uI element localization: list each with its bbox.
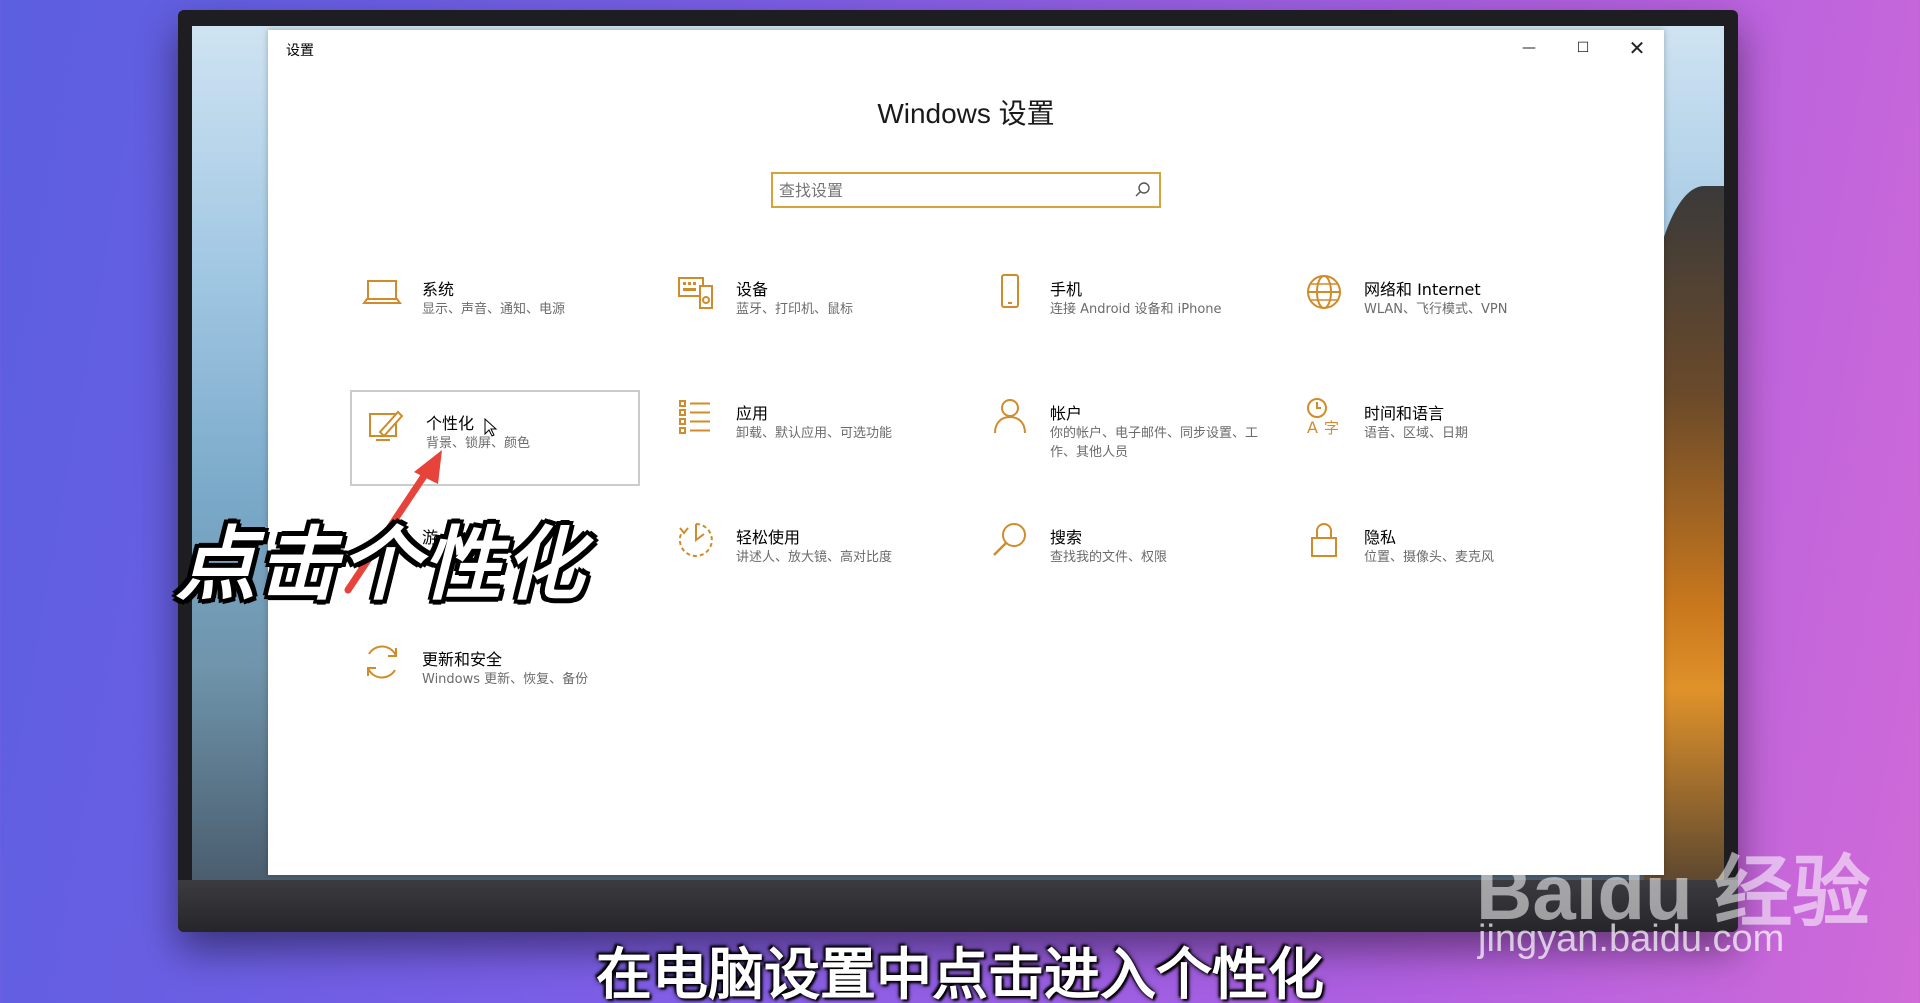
- window-title: 设置: [286, 43, 314, 59]
- minimize-button[interactable]: —: [1502, 30, 1556, 66]
- laptop-icon: [362, 280, 402, 304]
- mouse-cursor-icon: [484, 418, 498, 437]
- close-button[interactable]: ✕: [1610, 30, 1664, 66]
- maximize-button[interactable]: ☐: [1556, 30, 1610, 66]
- overlay-caption: 点击个性化: [176, 518, 586, 611]
- tile-system[interactable]: 系统 显示、声音、通知、电源: [348, 258, 638, 354]
- apps-list-icon: [679, 400, 710, 434]
- tile-description: 蓝牙、打印机、鼠标: [736, 302, 854, 317]
- tile-update-security[interactable]: 更新和安全 Windows 更新、恢复、备份: [348, 628, 638, 724]
- settings-window: 设置 — ☐ ✕ Windows 设置 系统 显示、声音、通知、电源 设备 蓝牙…: [268, 30, 1664, 875]
- tile-search[interactable]: 搜索 查找我的文件、权限: [976, 506, 1266, 602]
- title-bar: 设置 — ☐ ✕: [268, 30, 1664, 66]
- search-box[interactable]: [771, 172, 1161, 208]
- update-icon: [367, 645, 397, 679]
- tile-label: 应用: [736, 404, 769, 423]
- tile-label: 搜索: [1050, 528, 1083, 547]
- search-icon[interactable]: [1133, 180, 1153, 200]
- tile-privacy[interactable]: 隐私 位置、摄像头、麦克风: [1290, 506, 1580, 602]
- watermark-url: jingyan.baidu.com: [1478, 918, 1785, 960]
- tile-label: 帐户: [1050, 404, 1083, 423]
- tile-label: 系统: [422, 280, 455, 299]
- tile-description: WLAN、飞行模式、VPN: [1364, 302, 1508, 317]
- svg-text:A: A: [1307, 418, 1318, 436]
- tile-label: 更新和安全: [422, 650, 503, 669]
- tile-description: 语音、区域、日期: [1364, 426, 1469, 441]
- tile-description: 讲述人、放大镜、高对比度: [736, 550, 893, 565]
- search-input[interactable]: [779, 178, 1119, 202]
- tile-description: 卸载、默认应用、可选功能: [736, 426, 893, 441]
- tile-label: 手机: [1050, 280, 1083, 299]
- tile-ease-of-access[interactable]: 轻松使用 讲述人、放大镜、高对比度: [662, 506, 952, 602]
- tile-label: 网络和 Internet: [1364, 280, 1481, 299]
- tile-description: 查找我的文件、权限: [1050, 550, 1168, 565]
- tile-description: 显示、声音、通知、电源: [422, 302, 566, 317]
- tile-accounts[interactable]: 帐户 你的帐户、电子邮件、同步设置、工作、其他人员: [976, 382, 1266, 478]
- svg-text:字: 字: [1324, 419, 1339, 436]
- devices-icon: [678, 277, 713, 309]
- person-icon: [994, 399, 1026, 434]
- tile-description: 你的帐户、电子邮件、同步设置、工作、其他人员: [1050, 426, 1259, 460]
- tile-label: 隐私: [1364, 528, 1397, 547]
- page-title: Windows 设置: [877, 98, 1055, 129]
- tile-description: 连接 Android 设备和 iPhone: [1050, 302, 1222, 317]
- lock-icon: [1311, 523, 1337, 557]
- tile-description: 位置、摄像头、麦克风: [1364, 550, 1495, 565]
- tile-description: Windows 更新、恢复、备份: [422, 672, 589, 687]
- tile-label: 轻松使用: [736, 528, 801, 547]
- globe-icon: [1307, 275, 1341, 309]
- search-icon: [993, 523, 1026, 556]
- tile-label: 个性化: [426, 414, 475, 433]
- tile-time-language[interactable]: A 字 时间和语言 语音、区域、日期: [1290, 382, 1580, 478]
- tile-label: 设备: [736, 280, 769, 299]
- tile-apps[interactable]: 应用 卸载、默认应用、可选功能: [662, 382, 952, 478]
- time-language-icon: A 字: [1307, 398, 1339, 436]
- tile-devices[interactable]: 设备 蓝牙、打印机、鼠标: [662, 258, 952, 354]
- phone-icon: [1001, 274, 1019, 308]
- tile-network[interactable]: 网络和 Internet WLAN、飞行模式、VPN: [1290, 258, 1580, 354]
- tile-label: 时间和语言: [1364, 404, 1445, 423]
- tile-phone[interactable]: 手机 连接 Android 设备和 iPhone: [976, 258, 1266, 354]
- ease-of-access-icon: [678, 523, 713, 557]
